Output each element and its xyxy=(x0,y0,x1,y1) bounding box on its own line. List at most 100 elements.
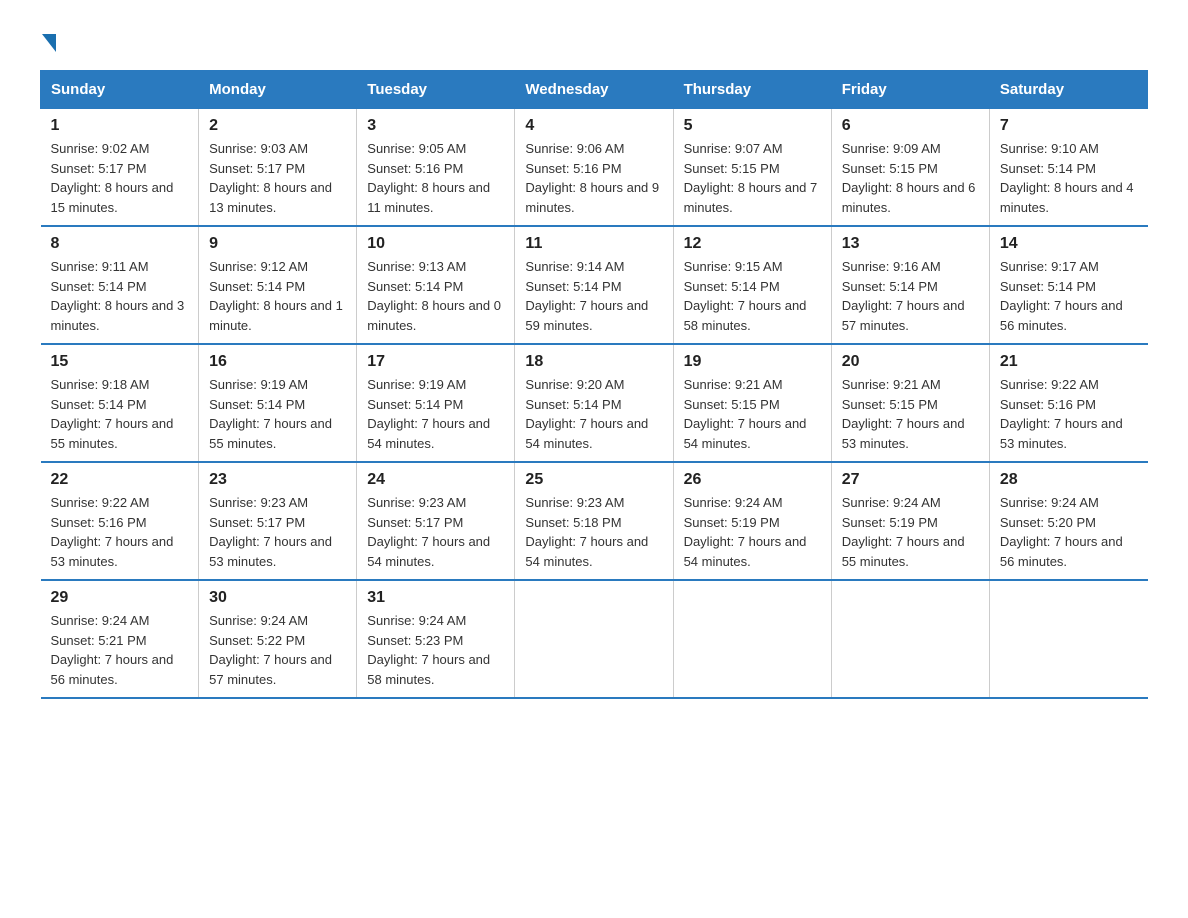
day-info: Sunrise: 9:24 AMSunset: 5:20 PMDaylight:… xyxy=(1000,495,1123,569)
col-header-tuesday: Tuesday xyxy=(357,71,515,109)
day-number: 19 xyxy=(684,353,821,371)
calendar-cell: 24 Sunrise: 9:23 AMSunset: 5:17 PMDaylig… xyxy=(357,462,515,580)
calendar-cell xyxy=(989,580,1147,698)
calendar-cell: 17 Sunrise: 9:19 AMSunset: 5:14 PMDaylig… xyxy=(357,344,515,462)
day-number: 20 xyxy=(842,353,979,371)
day-number: 21 xyxy=(1000,353,1138,371)
calendar-cell xyxy=(673,580,831,698)
calendar-cell: 26 Sunrise: 9:24 AMSunset: 5:19 PMDaylig… xyxy=(673,462,831,580)
page-header xyxy=(40,30,1148,50)
day-info: Sunrise: 9:14 AMSunset: 5:14 PMDaylight:… xyxy=(525,259,648,333)
col-header-saturday: Saturday xyxy=(989,71,1147,109)
calendar-cell: 5 Sunrise: 9:07 AMSunset: 5:15 PMDayligh… xyxy=(673,109,831,227)
calendar-cell: 7 Sunrise: 9:10 AMSunset: 5:14 PMDayligh… xyxy=(989,109,1147,227)
calendar-week-3: 15 Sunrise: 9:18 AMSunset: 5:14 PMDaylig… xyxy=(41,344,1148,462)
col-header-thursday: Thursday xyxy=(673,71,831,109)
day-number: 29 xyxy=(51,589,189,607)
calendar-week-5: 29 Sunrise: 9:24 AMSunset: 5:21 PMDaylig… xyxy=(41,580,1148,698)
calendar-cell: 19 Sunrise: 9:21 AMSunset: 5:15 PMDaylig… xyxy=(673,344,831,462)
day-info: Sunrise: 9:19 AMSunset: 5:14 PMDaylight:… xyxy=(367,377,490,451)
day-info: Sunrise: 9:24 AMSunset: 5:23 PMDaylight:… xyxy=(367,613,490,687)
day-info: Sunrise: 9:11 AMSunset: 5:14 PMDaylight:… xyxy=(51,259,185,333)
day-number: 25 xyxy=(525,471,662,489)
day-number: 31 xyxy=(367,589,504,607)
calendar-table: SundayMondayTuesdayWednesdayThursdayFrid… xyxy=(40,70,1148,699)
day-number: 6 xyxy=(842,117,979,135)
day-info: Sunrise: 9:12 AMSunset: 5:14 PMDaylight:… xyxy=(209,259,343,333)
calendar-cell: 29 Sunrise: 9:24 AMSunset: 5:21 PMDaylig… xyxy=(41,580,199,698)
day-number: 1 xyxy=(51,117,189,135)
day-info: Sunrise: 9:20 AMSunset: 5:14 PMDaylight:… xyxy=(525,377,648,451)
day-info: Sunrise: 9:19 AMSunset: 5:14 PMDaylight:… xyxy=(209,377,332,451)
calendar-cell: 20 Sunrise: 9:21 AMSunset: 5:15 PMDaylig… xyxy=(831,344,989,462)
calendar-cell: 3 Sunrise: 9:05 AMSunset: 5:16 PMDayligh… xyxy=(357,109,515,227)
day-number: 18 xyxy=(525,353,662,371)
day-number: 9 xyxy=(209,235,346,253)
calendar-cell: 11 Sunrise: 9:14 AMSunset: 5:14 PMDaylig… xyxy=(515,226,673,344)
day-number: 16 xyxy=(209,353,346,371)
day-number: 12 xyxy=(684,235,821,253)
day-info: Sunrise: 9:13 AMSunset: 5:14 PMDaylight:… xyxy=(367,259,501,333)
day-number: 4 xyxy=(525,117,662,135)
day-info: Sunrise: 9:23 AMSunset: 5:17 PMDaylight:… xyxy=(209,495,332,569)
calendar-cell: 25 Sunrise: 9:23 AMSunset: 5:18 PMDaylig… xyxy=(515,462,673,580)
day-info: Sunrise: 9:03 AMSunset: 5:17 PMDaylight:… xyxy=(209,141,332,215)
day-number: 26 xyxy=(684,471,821,489)
calendar-cell: 16 Sunrise: 9:19 AMSunset: 5:14 PMDaylig… xyxy=(199,344,357,462)
day-info: Sunrise: 9:24 AMSunset: 5:22 PMDaylight:… xyxy=(209,613,332,687)
day-number: 11 xyxy=(525,235,662,253)
calendar-week-1: 1 Sunrise: 9:02 AMSunset: 5:17 PMDayligh… xyxy=(41,109,1148,227)
day-info: Sunrise: 9:24 AMSunset: 5:19 PMDaylight:… xyxy=(684,495,807,569)
day-number: 30 xyxy=(209,589,346,607)
day-number: 5 xyxy=(684,117,821,135)
calendar-cell xyxy=(515,580,673,698)
calendar-cell: 14 Sunrise: 9:17 AMSunset: 5:14 PMDaylig… xyxy=(989,226,1147,344)
day-number: 24 xyxy=(367,471,504,489)
calendar-week-4: 22 Sunrise: 9:22 AMSunset: 5:16 PMDaylig… xyxy=(41,462,1148,580)
calendar-cell: 8 Sunrise: 9:11 AMSunset: 5:14 PMDayligh… xyxy=(41,226,199,344)
day-info: Sunrise: 9:21 AMSunset: 5:15 PMDaylight:… xyxy=(842,377,965,451)
day-number: 28 xyxy=(1000,471,1138,489)
calendar-cell: 21 Sunrise: 9:22 AMSunset: 5:16 PMDaylig… xyxy=(989,344,1147,462)
day-number: 8 xyxy=(51,235,189,253)
col-header-wednesday: Wednesday xyxy=(515,71,673,109)
day-info: Sunrise: 9:10 AMSunset: 5:14 PMDaylight:… xyxy=(1000,141,1134,215)
calendar-cell: 23 Sunrise: 9:23 AMSunset: 5:17 PMDaylig… xyxy=(199,462,357,580)
day-info: Sunrise: 9:23 AMSunset: 5:17 PMDaylight:… xyxy=(367,495,490,569)
day-info: Sunrise: 9:22 AMSunset: 5:16 PMDaylight:… xyxy=(51,495,174,569)
calendar-cell: 15 Sunrise: 9:18 AMSunset: 5:14 PMDaylig… xyxy=(41,344,199,462)
calendar-cell xyxy=(831,580,989,698)
calendar-cell: 27 Sunrise: 9:24 AMSunset: 5:19 PMDaylig… xyxy=(831,462,989,580)
day-number: 7 xyxy=(1000,117,1138,135)
calendar-cell: 28 Sunrise: 9:24 AMSunset: 5:20 PMDaylig… xyxy=(989,462,1147,580)
day-info: Sunrise: 9:18 AMSunset: 5:14 PMDaylight:… xyxy=(51,377,174,451)
day-number: 27 xyxy=(842,471,979,489)
day-number: 15 xyxy=(51,353,189,371)
day-info: Sunrise: 9:22 AMSunset: 5:16 PMDaylight:… xyxy=(1000,377,1123,451)
day-number: 14 xyxy=(1000,235,1138,253)
day-info: Sunrise: 9:23 AMSunset: 5:18 PMDaylight:… xyxy=(525,495,648,569)
col-header-monday: Monday xyxy=(199,71,357,109)
day-number: 13 xyxy=(842,235,979,253)
day-info: Sunrise: 9:09 AMSunset: 5:15 PMDaylight:… xyxy=(842,141,976,215)
calendar-cell: 22 Sunrise: 9:22 AMSunset: 5:16 PMDaylig… xyxy=(41,462,199,580)
calendar-week-2: 8 Sunrise: 9:11 AMSunset: 5:14 PMDayligh… xyxy=(41,226,1148,344)
calendar-cell: 4 Sunrise: 9:06 AMSunset: 5:16 PMDayligh… xyxy=(515,109,673,227)
logo-arrow-icon xyxy=(42,34,56,52)
calendar-cell: 10 Sunrise: 9:13 AMSunset: 5:14 PMDaylig… xyxy=(357,226,515,344)
day-info: Sunrise: 9:24 AMSunset: 5:21 PMDaylight:… xyxy=(51,613,174,687)
day-number: 3 xyxy=(367,117,504,135)
day-info: Sunrise: 9:17 AMSunset: 5:14 PMDaylight:… xyxy=(1000,259,1123,333)
day-info: Sunrise: 9:21 AMSunset: 5:15 PMDaylight:… xyxy=(684,377,807,451)
calendar-cell: 2 Sunrise: 9:03 AMSunset: 5:17 PMDayligh… xyxy=(199,109,357,227)
calendar-cell: 1 Sunrise: 9:02 AMSunset: 5:17 PMDayligh… xyxy=(41,109,199,227)
calendar-cell: 18 Sunrise: 9:20 AMSunset: 5:14 PMDaylig… xyxy=(515,344,673,462)
logo xyxy=(40,30,56,50)
day-number: 22 xyxy=(51,471,189,489)
day-info: Sunrise: 9:15 AMSunset: 5:14 PMDaylight:… xyxy=(684,259,807,333)
calendar-cell: 9 Sunrise: 9:12 AMSunset: 5:14 PMDayligh… xyxy=(199,226,357,344)
day-number: 10 xyxy=(367,235,504,253)
day-number: 17 xyxy=(367,353,504,371)
calendar-cell: 31 Sunrise: 9:24 AMSunset: 5:23 PMDaylig… xyxy=(357,580,515,698)
calendar-header-row: SundayMondayTuesdayWednesdayThursdayFrid… xyxy=(41,71,1148,109)
